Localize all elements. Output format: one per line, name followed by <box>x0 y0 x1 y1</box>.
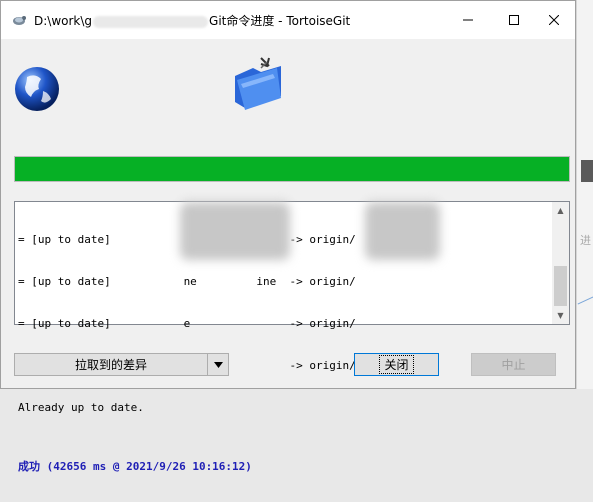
progress-fill <box>15 157 569 181</box>
progress-bar <box>14 156 570 182</box>
close-label: 关闭 <box>379 355 414 374</box>
close-button[interactable]: 关闭 <box>354 353 439 376</box>
log-line: Already up to date. <box>18 401 144 414</box>
pull-diff-button[interactable]: 拉取到的差异 <box>14 353 208 376</box>
tortoise-icon <box>13 16 26 25</box>
chevron-down-icon <box>213 361 223 368</box>
scroll-down-icon[interactable]: ▼ <box>552 307 569 324</box>
maximize-icon <box>509 15 519 25</box>
log-scrollbar[interactable]: ▲ ▼ <box>552 202 569 324</box>
window-close-button[interactable] <box>531 1 577 39</box>
log-line: = [up to date] ne ine -> origin/ <box>18 275 356 288</box>
title-redacted <box>93 15 209 28</box>
scroll-up-icon[interactable]: ▲ <box>552 202 569 219</box>
background-block <box>581 160 593 182</box>
folder-sync-icon <box>235 57 281 110</box>
background-text: 进 <box>580 234 591 247</box>
pull-diff-label: 拉取到的差异 <box>74 358 147 372</box>
redacted-area <box>180 202 290 260</box>
window-title: D:\work\g Git命令进度 - TortoiseGit <box>34 12 350 29</box>
scroll-thumb[interactable] <box>554 266 567 306</box>
minimize-icon <box>463 19 473 21</box>
background-window: 进 <box>576 0 593 389</box>
redacted-area <box>365 202 440 260</box>
success-message: 成功 (42656 ms @ 2021/9/26 10:16:12) <box>18 460 252 473</box>
log-line: = [up to date] e -> origin/ <box>18 317 356 330</box>
minimize-button[interactable] <box>445 1 491 39</box>
title-prefix: D:\work\g <box>34 14 93 28</box>
pull-diff-dropdown-button[interactable] <box>207 353 229 376</box>
title-suffix: Git命令进度 - TortoiseGit <box>209 14 351 28</box>
title-bar[interactable]: D:\work\g Git命令进度 - TortoiseGit <box>1 1 575 39</box>
globe-icon <box>15 67 59 111</box>
abort-label: 中止 <box>501 358 526 372</box>
close-icon <box>549 15 559 25</box>
log-output[interactable]: = [up to date] -> origin/ = [up to date]… <box>14 201 570 473</box>
git-progress-dialog: D:\work\g Git命令进度 - TortoiseGit = [up to… <box>0 0 576 473</box>
background-line <box>577 296 593 305</box>
abort-button[interactable]: 中止 <box>471 353 556 376</box>
